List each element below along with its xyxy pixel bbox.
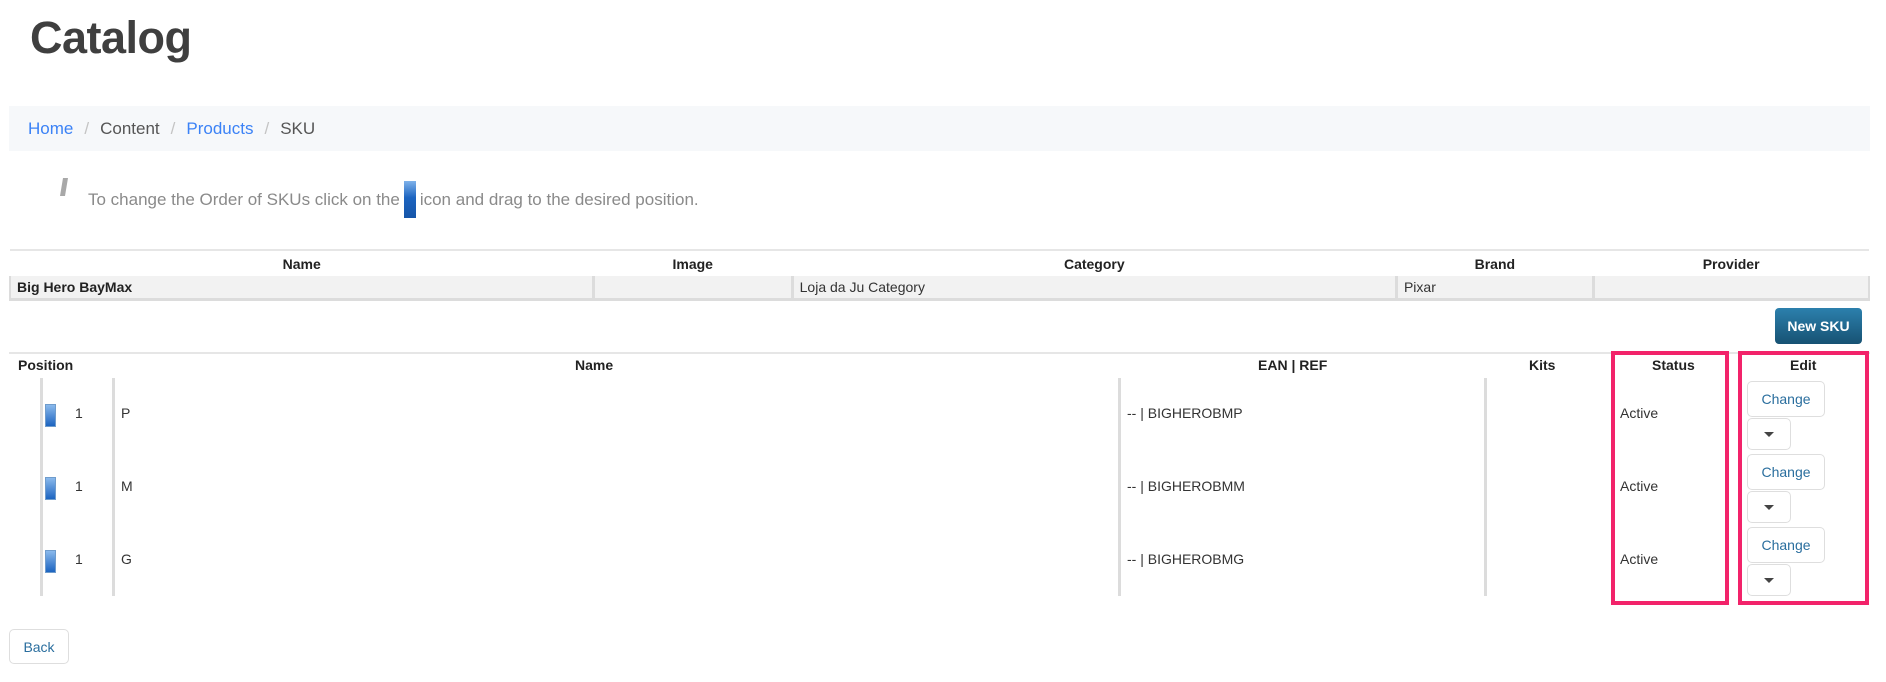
drag-handle[interactable] [45,477,56,500]
info-text-after: icon and drag to the desired position. [419,189,699,209]
header-name: Name [282,255,321,272]
product-row: Big Hero BayMax Loja da Ju Category Pixa… [8,276,1870,301]
sku-position: 1 [75,405,83,421]
sku-name: M [121,478,133,494]
breadcrumb-separator: / [264,118,270,138]
sku-header-position: Position [18,357,74,373]
column-divider [1484,378,1487,596]
sku-name: G [121,551,132,567]
sku-ean-ref: -- | BIGHEROBMM [1127,478,1245,494]
breadcrumb-sku: SKU [280,118,316,138]
breadcrumb-products[interactable]: Products [186,119,253,139]
column-divider [40,378,43,596]
product-name: Big Hero BayMax [8,276,594,301]
info-text-before: To change the Order of SKUs click on the [88,189,400,209]
sku-header-ean-ref: EAN | REF [1258,357,1328,373]
sku-ean-ref: -- | BIGHEROBMG [1127,551,1245,567]
column-divider [112,378,115,596]
breadcrumb: Home / Content / Products / SKU [9,106,1870,151]
sku-header-kits: Kits [1529,357,1556,373]
breadcrumb-content: Content [100,118,160,138]
header-image: Image [672,255,713,272]
product-table-header: Name Image Category Brand Provider [10,250,1869,276]
new-sku-button[interactable]: New SKU [1775,308,1862,344]
status-column-highlight [1611,351,1729,605]
drag-handle-icon [403,181,416,218]
info-message: To change the Order of SKUs click on the… [88,181,699,218]
header-brand: Brand [1474,255,1516,272]
back-button[interactable]: Back [9,629,69,664]
sku-position: 1 [75,478,83,494]
sku-ean-ref: -- | BIGHEROBMP [1127,405,1243,421]
drag-handle[interactable] [45,404,56,427]
product-brand: Pixar [1394,276,1594,301]
product-provider [1591,276,1870,301]
column-divider [1118,378,1121,596]
product-image [591,276,793,301]
edit-column-highlight [1738,351,1869,605]
info-icon [60,178,68,196]
drag-handle[interactable] [45,550,56,573]
breadcrumb-home[interactable]: Home [28,119,73,139]
sku-position: 1 [75,551,83,567]
breadcrumb-separator: / [170,118,176,138]
sku-name: P [121,405,131,421]
page-title: Catalog [30,12,192,63]
product-table: Name Image Category Brand Provider Big H… [8,249,1870,301]
sku-table-divider [9,352,1870,354]
breadcrumb-separator: / [84,118,90,138]
header-category: Category [1063,255,1125,272]
header-provider: Provider [1702,255,1760,272]
sku-header-name: Name [575,357,614,373]
product-category: Loja da Ju Category [790,276,1397,301]
